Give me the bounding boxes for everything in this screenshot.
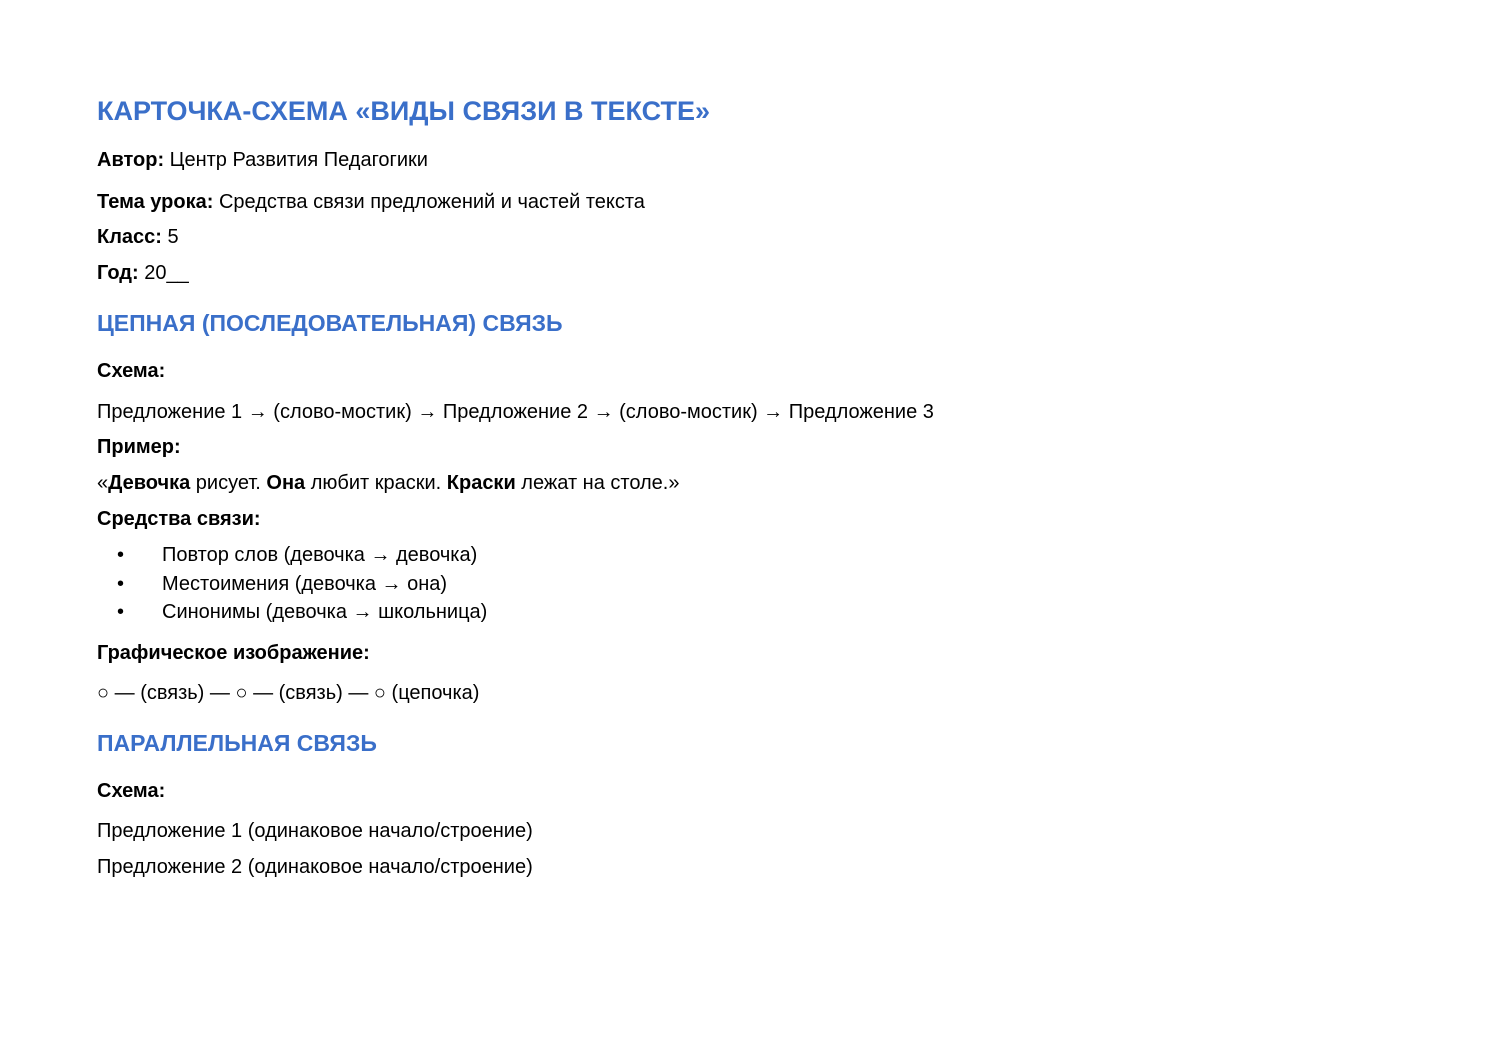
means-label: Средства связи: [97, 508, 261, 530]
year-value: 20__ [138, 262, 189, 284]
example-word-1: Девочка [108, 472, 191, 494]
topic-line: Тема урока: Средства связи предложений и… [97, 188, 645, 216]
topic-value: Средства связи предложений и частей текс… [213, 191, 645, 213]
parallel-line-2: Предложение 2 (одинаковое начало/строени… [97, 856, 533, 878]
bullet-icon: • [117, 544, 125, 566]
example-word-2: Она [266, 472, 306, 494]
chain-scheme-text: Предложение 1 → (слово-мостик) → Предлож… [97, 401, 934, 423]
author-value: Центр Развития Педагогики [164, 149, 428, 171]
chain-section-heading: ЦЕПНАЯ (ПОСЛЕДОВАТЕЛЬНАЯ) СВЯЗЬ [97, 310, 563, 336]
author-line: Автор: Центр Развития Педагогики [97, 146, 428, 174]
list-item: • Повтор слов (девочка → девочка) [97, 541, 487, 570]
example-word-3: Краски [446, 472, 516, 494]
class-line: Класс: 5 [97, 223, 179, 251]
example-text: «Девочка рисует. Она любит краски. Краск… [97, 472, 680, 494]
class-value: 5 [161, 226, 179, 248]
graphic-text: ○ — (связь) — ○ — (связь) — ○ (цепочка) [97, 682, 480, 704]
parallel-scheme-label: Схема: [97, 780, 166, 802]
chain-scheme-label: Схема: [97, 360, 166, 382]
means-list: • Повтор слов (девочка → девочка) • Местои… [97, 541, 487, 627]
bullet-icon: • [117, 601, 125, 623]
document-title: КАРТОЧКА-СХЕМА «ВИДЫ СВЯЗИ В ТЕКСТЕ» [97, 96, 710, 126]
author-label: Автор: [97, 149, 165, 171]
graphic-label: Графическое изображение: [97, 642, 370, 664]
year-line: Год: 20__ [97, 259, 189, 287]
list-item: • Синонимы (девочка → школьница) [97, 598, 487, 627]
class-label: Класс: [97, 226, 162, 248]
example-label: Пример: [97, 436, 181, 458]
year-label: Год: [97, 262, 139, 284]
topic-label: Тема урока: [97, 191, 214, 213]
parallel-line-1: Предложение 1 (одинаковое начало/строени… [97, 820, 533, 842]
list-item: • Местоимения (девочка → она) [97, 570, 487, 599]
bullet-icon: • [117, 572, 125, 595]
parallel-section-heading: ПАРАЛЛЕЛЬНАЯ СВЯЗЬ [97, 730, 377, 756]
